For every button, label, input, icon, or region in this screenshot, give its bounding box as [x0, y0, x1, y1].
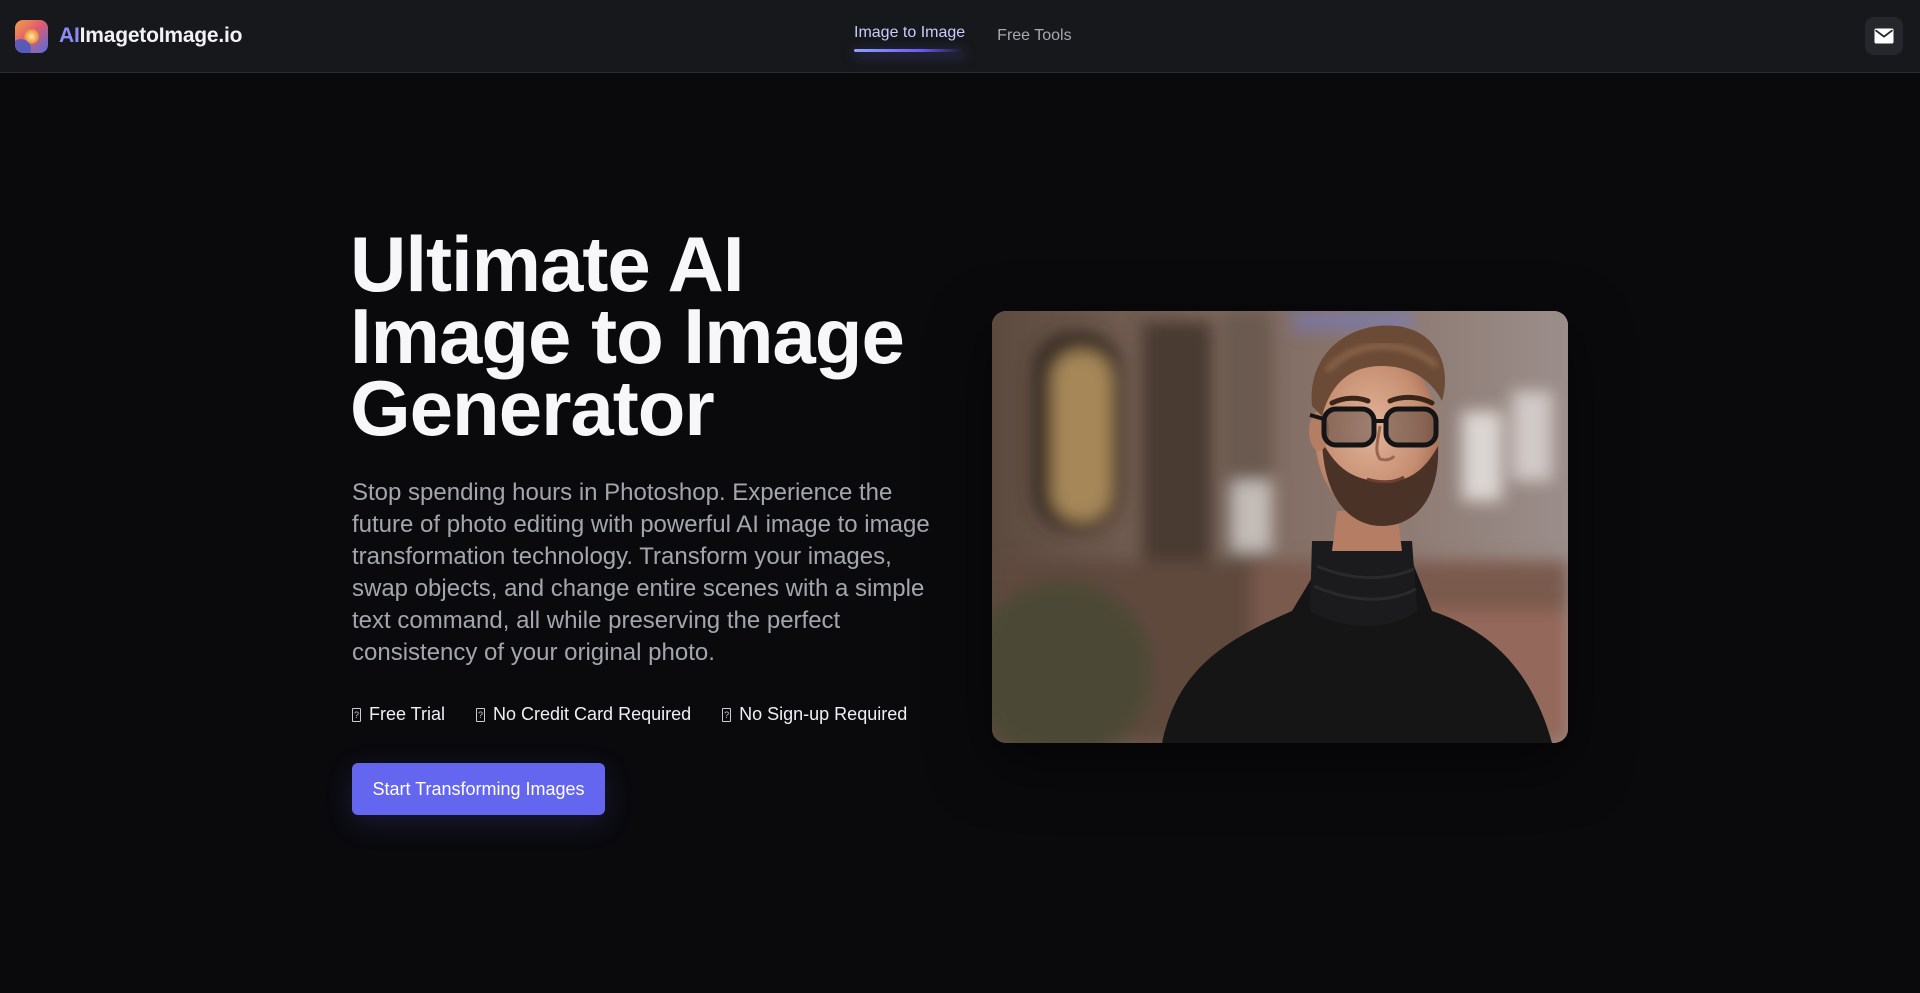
hero-photo: [992, 311, 1568, 743]
brand-name-prefix: AI: [59, 24, 80, 47]
contact-button[interactable]: [1865, 17, 1903, 55]
brand-logo-link[interactable]: AIImagetoImage.io: [15, 19, 243, 53]
feature-free-trial: ? Free Trial: [352, 704, 445, 725]
hero-title: Ultimate AI Image to Image Generator: [350, 225, 930, 447]
nav-item-label: Image to Image: [854, 24, 966, 41]
hero-title-line: Generator: [350, 364, 715, 452]
feature-check-icon: ?: [476, 707, 486, 722]
active-nav-indicator: [854, 49, 966, 52]
logo-icon: [15, 19, 48, 53]
nav-item-image-to-image[interactable]: Image to Image: [854, 18, 966, 52]
portrait-illustration: [992, 311, 1568, 743]
feature-no-credit-card: ? No Credit Card Required: [476, 704, 691, 725]
feature-check-icon: ?: [352, 707, 361, 722]
main-nav: Image to Image Free Tools: [854, 0, 1072, 72]
brand-name-rest: ImagetoImage.io: [79, 24, 243, 47]
feature-no-signup: ? No Sign-up Required: [722, 704, 907, 725]
feature-list: ? Free Trial ? No Credit Card Required ?…: [352, 704, 907, 725]
hero-description: Stop spending hours in Photoshop. Experi…: [352, 479, 930, 666]
feature-label: No Sign-up Required: [739, 704, 908, 724]
nav-item-label: Free Tools: [997, 27, 1072, 44]
top-navigation-bar: AIImagetoImage.io Image to Image Free To…: [0, 0, 1920, 73]
nav-item-free-tools[interactable]: Free Tools: [997, 21, 1071, 51]
feature-check-icon: ?: [722, 707, 732, 722]
feature-label: No Credit Card Required: [493, 704, 692, 724]
brand-name: AIImagetoImage.io: [59, 24, 243, 48]
start-transforming-button[interactable]: Start Transforming Images: [352, 763, 605, 815]
feature-label: Free Trial: [369, 704, 446, 724]
mail-icon: [1874, 28, 1894, 44]
